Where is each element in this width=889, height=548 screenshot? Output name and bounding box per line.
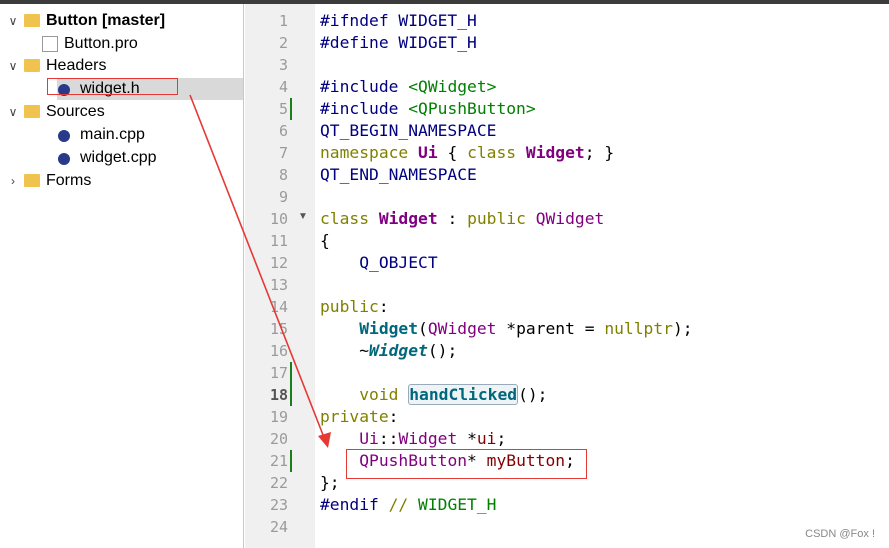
watermark: CSDN @Fox ! bbox=[805, 528, 875, 540]
annotation-arrow bbox=[189, 94, 331, 448]
